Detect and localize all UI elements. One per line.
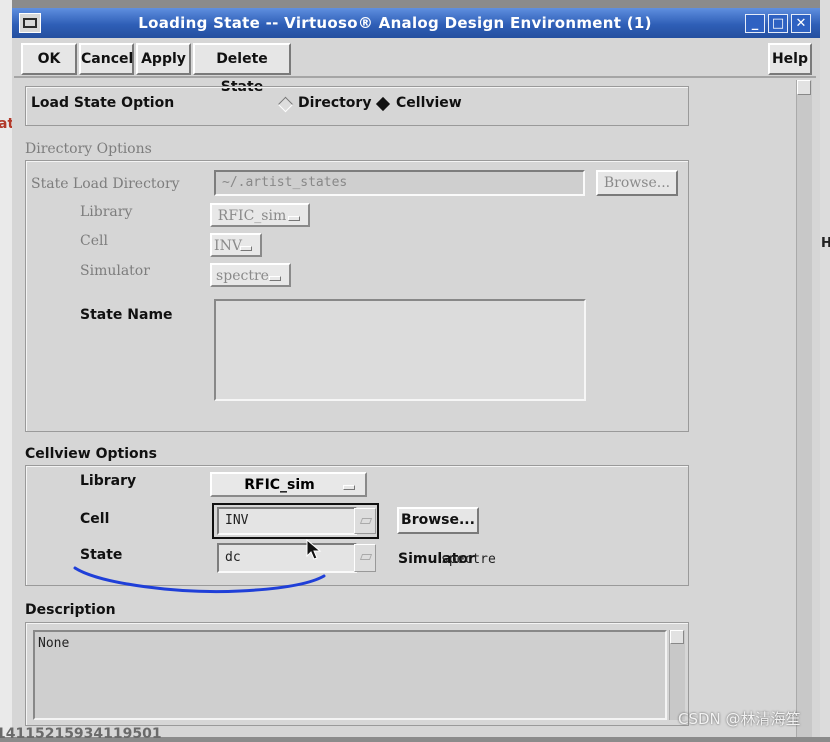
description-textarea[interactable] bbox=[33, 630, 667, 720]
cellview-library-value: RFIC_sim bbox=[244, 477, 315, 493]
window-menu-icon[interactable] bbox=[19, 13, 41, 33]
background-right-letter: H bbox=[821, 236, 830, 251]
cellview-library-select[interactable]: RFIC_sim bbox=[210, 472, 367, 497]
radio-directory-label[interactable]: Directory bbox=[298, 95, 371, 111]
chevron-down-icon bbox=[359, 518, 373, 524]
main-scrollbar[interactable] bbox=[796, 80, 812, 737]
cellview-cell-input[interactable]: INV bbox=[217, 507, 357, 535]
cellview-state-label: State bbox=[80, 547, 123, 563]
state-name-list[interactable] bbox=[214, 299, 586, 401]
cancel-button[interactable]: Cancel bbox=[79, 43, 134, 75]
delete-state-button[interactable]: Delete State bbox=[193, 43, 291, 95]
directory-options-heading: Directory Options bbox=[25, 141, 152, 157]
load-state-option-label: Load State Option bbox=[31, 95, 175, 111]
apply-button[interactable]: Apply bbox=[136, 43, 191, 75]
cellview-options-heading: Cellview Options bbox=[25, 446, 157, 462]
background-left-strip bbox=[0, 0, 12, 737]
main-scroll-up-icon[interactable] bbox=[797, 80, 811, 95]
mouse-cursor-icon bbox=[306, 539, 322, 560]
chevron-down-icon bbox=[359, 554, 373, 560]
chevron-down-icon bbox=[288, 216, 300, 221]
close-button[interactable]: ✕ bbox=[791, 14, 811, 33]
directory-cell-label: Cell bbox=[80, 233, 108, 249]
state-load-directory-input[interactable]: ~/.artist_states bbox=[214, 170, 585, 196]
cellview-state-dropdown[interactable] bbox=[354, 544, 376, 572]
help-button[interactable]: Help bbox=[768, 43, 812, 75]
directory-simulator-label: Simulator bbox=[80, 263, 150, 279]
directory-cell-value: INV bbox=[214, 238, 242, 254]
chevron-down-icon bbox=[269, 276, 281, 281]
chevron-down-icon bbox=[343, 485, 355, 490]
background-bottom-fragment: 14115215934119501 bbox=[0, 726, 162, 742]
maximize-button[interactable]: □ bbox=[768, 14, 788, 33]
cellview-simulator-value: spectre bbox=[441, 552, 496, 567]
description-heading: Description bbox=[25, 602, 116, 618]
state-load-directory-label: State Load Directory bbox=[31, 176, 180, 192]
directory-cell-select[interactable]: INV bbox=[210, 233, 262, 257]
cellview-cell-dropdown[interactable] bbox=[354, 508, 376, 534]
description-text: None bbox=[38, 636, 70, 651]
window-title: Loading State -- Virtuoso® Analog Design… bbox=[138, 14, 652, 32]
directory-browse-button[interactable]: Browse... bbox=[596, 170, 678, 196]
directory-library-select[interactable]: RFIC_sim bbox=[210, 203, 310, 227]
directory-library-label: Library bbox=[80, 204, 133, 220]
watermark: CSDN @林清海笙 bbox=[678, 710, 801, 728]
minimize-button[interactable]: _ bbox=[745, 14, 765, 33]
toolbar-divider bbox=[14, 76, 816, 78]
cellview-cell-label: Cell bbox=[80, 511, 110, 527]
annotation-underline-icon bbox=[73, 566, 326, 594]
ok-button[interactable]: OK bbox=[21, 43, 77, 75]
cellview-browse-button[interactable]: Browse... bbox=[397, 507, 479, 534]
directory-simulator-value: spectre bbox=[216, 268, 269, 284]
cellview-library-label: Library bbox=[80, 473, 137, 489]
screen: { "window": {"title": "Loading State -- … bbox=[0, 0, 830, 742]
directory-simulator-select[interactable]: spectre bbox=[210, 263, 291, 287]
background-right-strip bbox=[820, 0, 830, 737]
chevron-down-icon bbox=[240, 246, 252, 251]
scroll-up-icon[interactable] bbox=[670, 630, 684, 644]
directory-library-value: RFIC_sim bbox=[217, 208, 287, 224]
radio-cellview-label[interactable]: Cellview bbox=[396, 95, 462, 111]
state-name-label: State Name bbox=[80, 307, 173, 323]
